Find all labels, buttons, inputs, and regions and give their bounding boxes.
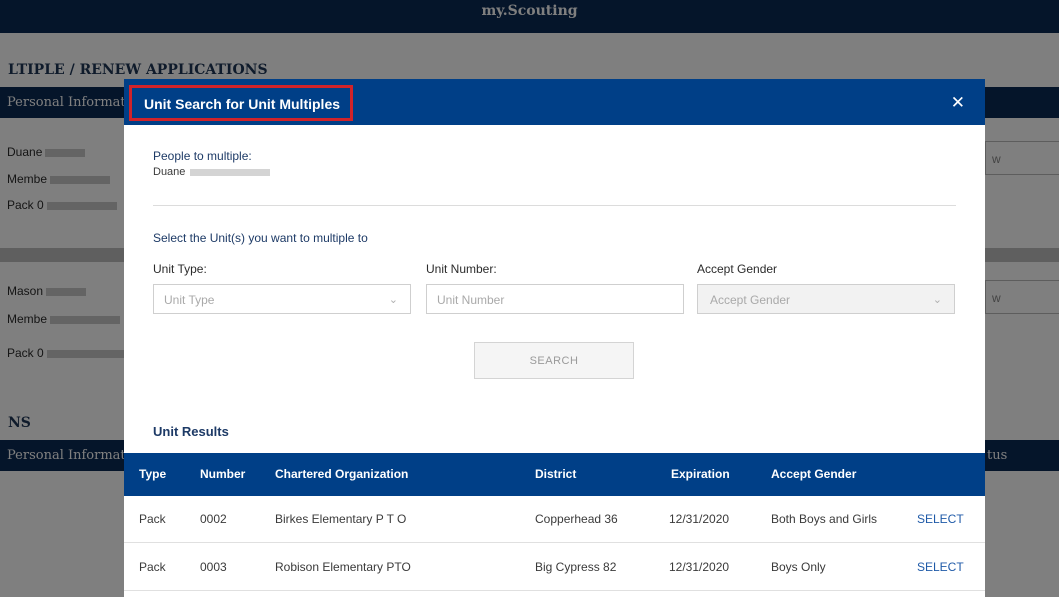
- unit-number-label: Unit Number:: [426, 262, 497, 276]
- cell-district: Big Cypress 82: [535, 560, 617, 574]
- close-icon[interactable]: ✕: [951, 93, 965, 113]
- cell-number: 0002: [200, 512, 227, 526]
- column-header-org[interactable]: Chartered Organization: [275, 467, 408, 481]
- chevron-down-icon: ⌄: [932, 294, 942, 306]
- cell-type: Pack: [139, 560, 166, 574]
- accept-gender-select[interactable]: Accept Gender ⌄: [697, 284, 955, 314]
- cell-type: Pack: [139, 512, 166, 526]
- modal-title: Unit Search for Unit Multiples: [129, 85, 354, 121]
- column-header-number[interactable]: Number: [200, 467, 245, 481]
- divider: [153, 205, 956, 206]
- chevron-down-icon: ⌄: [388, 294, 398, 306]
- search-button[interactable]: SEARCH: [474, 342, 634, 379]
- cell-gender: Boys Only: [771, 560, 826, 574]
- unit-number-input[interactable]: Unit Number: [426, 284, 684, 314]
- column-header-expiration[interactable]: Expiration: [671, 467, 730, 481]
- table-row: Pack 0003 Robison Elementary PTO Big Cyp…: [124, 544, 985, 591]
- column-header-type[interactable]: Type: [139, 467, 166, 481]
- select-units-instruction: Select the Unit(s) you want to multiple …: [153, 231, 368, 245]
- cell-org: Birkes Elementary P T O: [275, 512, 407, 526]
- people-name-text: Duane: [153, 166, 186, 178]
- people-name: Duane: [153, 166, 271, 178]
- column-header-district[interactable]: District: [535, 467, 576, 481]
- modal-header: Unit Search for Unit Multiples ✕: [124, 79, 985, 125]
- unit-type-placeholder: Unit Type: [164, 293, 215, 307]
- select-link[interactable]: SELECT: [917, 560, 964, 574]
- unit-search-modal: Unit Search for Unit Multiples ✕ People …: [124, 79, 985, 597]
- cell-district: Copperhead 36: [535, 512, 618, 526]
- people-to-multiple-label: People to multiple:: [153, 149, 252, 163]
- accept-gender-label: Accept Gender: [697, 262, 778, 276]
- unit-results-title: Unit Results: [153, 424, 229, 439]
- cell-expiration: 12/31/2020: [669, 512, 730, 526]
- column-header-gender[interactable]: Accept Gender: [771, 467, 856, 481]
- results-table-header: Type Number Chartered Organization Distr…: [124, 453, 985, 496]
- cell-number: 0003: [200, 560, 227, 574]
- cell-gender: Both Boys and Girls: [771, 512, 878, 526]
- select-link[interactable]: SELECT: [917, 512, 964, 526]
- cell-org: Robison Elementary PTO: [275, 560, 411, 574]
- accept-gender-placeholder: Accept Gender: [710, 293, 791, 307]
- unit-type-select[interactable]: Unit Type ⌄: [153, 284, 411, 314]
- unit-number-placeholder: Unit Number: [437, 293, 505, 307]
- table-row: Pack 0002 Birkes Elementary P T O Copper…: [124, 496, 985, 543]
- unit-type-label: Unit Type:: [153, 262, 207, 276]
- cell-expiration: 12/31/2020: [669, 560, 730, 574]
